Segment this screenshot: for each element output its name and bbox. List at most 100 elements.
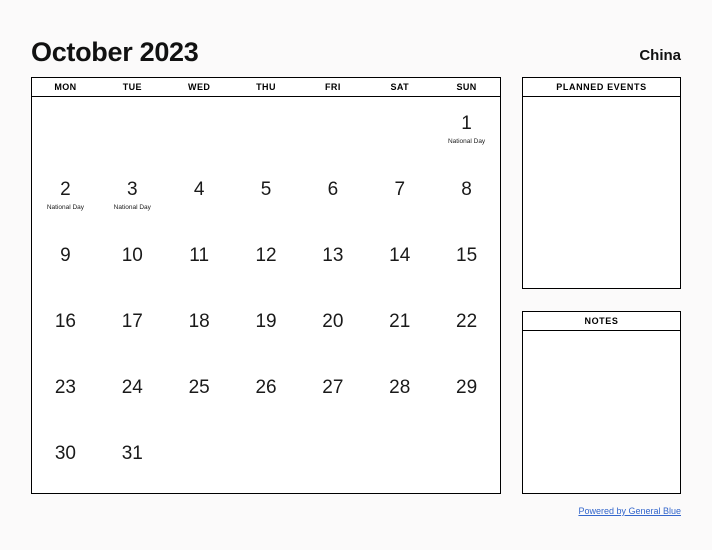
day-number: 5 — [260, 179, 272, 200]
day-number: 1 — [461, 113, 472, 134]
day-cell[interactable]: 27 — [299, 361, 366, 427]
day-cell[interactable] — [366, 427, 433, 493]
day-cell[interactable] — [233, 427, 300, 493]
page-header: October 2023 China — [31, 30, 681, 66]
day-cell[interactable]: 11 — [166, 229, 233, 295]
day-number: 12 — [255, 245, 277, 266]
calendar-grid: MON TUE WED THU FRI SAT SUN 1 National Da… — [31, 77, 501, 494]
weekday-header-wed: WED — [188, 82, 211, 92]
notes-title: NOTES — [523, 312, 680, 331]
day-cell[interactable]: 19 — [233, 295, 300, 361]
day-cell[interactable] — [166, 427, 233, 493]
planned-events-body[interactable] — [523, 97, 680, 288]
day-number: 4 — [193, 179, 205, 200]
week-row: 16 17 18 19 20 21 22 — [32, 295, 500, 361]
region-label: China — [639, 47, 681, 64]
day-number: 28 — [389, 377, 411, 398]
day-cell[interactable]: 21 — [366, 295, 433, 361]
day-number: 21 — [389, 311, 411, 332]
day-cell[interactable]: 1 National Day — [433, 97, 500, 163]
day-cell[interactable]: 30 — [32, 427, 99, 493]
day-number: 11 — [189, 245, 210, 266]
notes-panel: NOTES — [522, 311, 681, 494]
footer-credit: Powered by General Blue — [522, 505, 681, 517]
day-cell[interactable]: 3 National Day — [99, 163, 166, 229]
day-number: 31 — [121, 443, 143, 464]
notes-body[interactable] — [523, 331, 680, 493]
day-cell[interactable]: 24 — [99, 361, 166, 427]
day-number: 27 — [322, 377, 344, 398]
page-title: October 2023 — [31, 37, 199, 67]
day-cell[interactable]: 31 — [99, 427, 166, 493]
day-event-label: National Day — [113, 204, 151, 211]
day-number: 6 — [327, 179, 339, 200]
day-cell[interactable]: 6 — [299, 163, 366, 229]
day-number: 22 — [456, 311, 478, 332]
day-number: 19 — [255, 311, 277, 332]
day-cell[interactable]: 8 — [433, 163, 500, 229]
day-cell[interactable]: 26 — [233, 361, 300, 427]
day-cell[interactable] — [299, 97, 366, 163]
day-cell[interactable]: 12 — [233, 229, 300, 295]
day-number: 8 — [461, 179, 472, 200]
day-cell[interactable]: 10 — [99, 229, 166, 295]
day-cell[interactable] — [99, 97, 166, 163]
day-number: 16 — [54, 311, 76, 332]
weekday-header-mon: MON — [54, 82, 77, 92]
day-number: 15 — [456, 245, 478, 266]
day-number: 25 — [188, 377, 210, 398]
week-row: 23 24 25 26 27 28 29 — [32, 361, 500, 427]
planned-events-title: PLANNED EVENTS — [523, 78, 680, 97]
day-cell[interactable]: 18 — [166, 295, 233, 361]
day-cell[interactable]: 4 — [166, 163, 233, 229]
week-row: 1 National Day — [32, 97, 500, 163]
planned-events-panel: PLANNED EVENTS — [522, 77, 681, 289]
day-cell[interactable]: 23 — [32, 361, 99, 427]
day-cell[interactable]: 13 — [299, 229, 366, 295]
day-number: 20 — [322, 311, 344, 332]
day-cell[interactable]: 28 — [366, 361, 433, 427]
day-cell[interactable]: 2 National Day — [32, 163, 99, 229]
day-number: 26 — [255, 377, 277, 398]
day-number: 17 — [121, 311, 143, 332]
day-cell[interactable]: 29 — [433, 361, 500, 427]
day-cell[interactable] — [166, 97, 233, 163]
day-number: 2 — [60, 179, 71, 200]
day-number: 10 — [121, 245, 143, 266]
day-cell[interactable]: 16 — [32, 295, 99, 361]
day-number: 23 — [54, 377, 76, 398]
weekday-header-thu: THU — [256, 82, 276, 92]
day-number: 29 — [456, 377, 478, 398]
day-cell[interactable]: 15 — [433, 229, 500, 295]
weekday-header-sun: SUN — [456, 82, 477, 92]
weekday-header-fri: FRI — [325, 82, 341, 92]
day-cell[interactable]: 17 — [99, 295, 166, 361]
day-number: 9 — [60, 245, 71, 266]
day-cell[interactable]: 5 — [233, 163, 300, 229]
day-cell[interactable]: 22 — [433, 295, 500, 361]
day-event-label: National Day — [447, 138, 486, 145]
day-number: 18 — [188, 311, 210, 332]
day-cell[interactable]: 9 — [32, 229, 99, 295]
day-cell[interactable] — [233, 97, 300, 163]
day-number: 14 — [389, 245, 411, 266]
day-cell[interactable]: 14 — [366, 229, 433, 295]
weekday-header-row: MON TUE WED THU FRI SAT SUN — [32, 78, 500, 97]
weekday-header-tue: TUE — [122, 82, 142, 92]
weekday-header-sat: SAT — [390, 82, 409, 92]
calendar-weeks: 1 National Day 2 National Day 3 National Da… — [32, 97, 500, 493]
day-cell[interactable] — [433, 427, 500, 493]
day-cell[interactable]: 20 — [299, 295, 366, 361]
day-cell[interactable]: 25 — [166, 361, 233, 427]
week-row: 2 National Day 3 National Day 4 5 6 7 8 — [32, 163, 500, 229]
day-cell[interactable] — [366, 97, 433, 163]
day-number: 13 — [322, 245, 344, 266]
day-number: 7 — [394, 179, 406, 200]
day-cell[interactable] — [32, 97, 99, 163]
day-cell[interactable] — [299, 427, 366, 493]
day-number: 24 — [121, 377, 143, 398]
day-number: 30 — [54, 443, 76, 464]
week-row: 30 31 — [32, 427, 500, 493]
powered-by-link[interactable]: Powered by General Blue — [578, 506, 681, 516]
day-cell[interactable]: 7 — [366, 163, 433, 229]
